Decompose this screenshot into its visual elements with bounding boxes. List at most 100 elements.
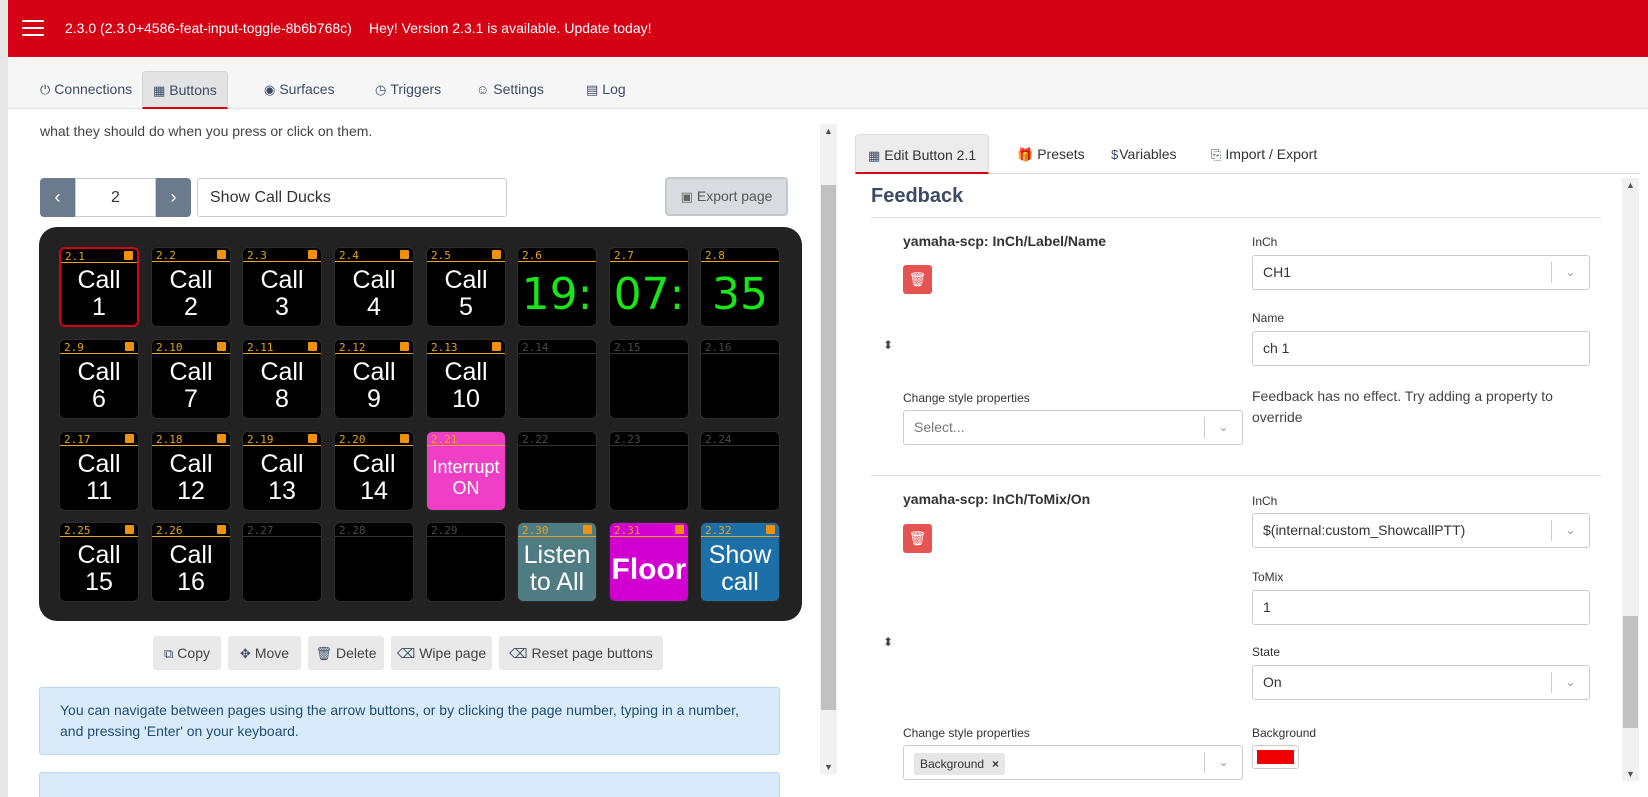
update-notice[interactable]: Hey! Version 2.3.1 is available. Update … xyxy=(369,20,652,36)
drag-handle-icon[interactable]: ⬍ xyxy=(883,338,893,352)
button-2-9[interactable]: 2.9 Call 6 xyxy=(59,339,139,419)
button-label: Call 10 xyxy=(444,358,488,413)
button-2-22[interactable]: 2.22 xyxy=(517,431,597,511)
button-2-16[interactable]: 2.16 xyxy=(700,339,780,419)
button-2-4[interactable]: 2.4 Call 4 xyxy=(334,247,414,327)
button-2-21[interactable]: 2.21 Interrupt ON xyxy=(426,431,506,511)
tab-presets[interactable]: 🎁 Presets xyxy=(1005,134,1097,174)
file-export-icon: ▣ xyxy=(680,189,693,204)
version-label: 2.3.0 (2.3.0+4586-feat-input-toggle-8b6b… xyxy=(65,20,352,36)
tomix-input[interactable]: 1 xyxy=(1252,590,1590,625)
wipe-page-button[interactable]: ⌫ Wipe page xyxy=(391,636,492,670)
button-2-32[interactable]: 2.32 Show call xyxy=(700,522,780,602)
file-import-icon: ⎘ xyxy=(1211,147,1222,162)
scroll-down-icon[interactable]: ▼ xyxy=(820,762,837,772)
change-style-label: Change style properties xyxy=(903,391,1030,405)
status-indicator-icon xyxy=(125,342,134,351)
button-2-31[interactable]: 2.31 Floor xyxy=(609,522,689,602)
info-alert-2 xyxy=(39,772,780,797)
button-2-18[interactable]: 2.18 Call 12 xyxy=(151,431,231,511)
copy-icon: ⧉ xyxy=(164,646,174,661)
button-label xyxy=(610,354,688,418)
tab-edit-button[interactable]: ▦ Edit Button 2.1 xyxy=(855,134,990,174)
feedback-1-delete-button[interactable]: 🗑 xyxy=(903,265,932,294)
button-grid: 2.1 Call 1 2.2 Call 2 2.3 Call 3 2.4 Call 4 2.5 C… xyxy=(39,227,802,621)
delete-button[interactable]: 🗑 Delete xyxy=(308,636,384,670)
style-properties-select[interactable]: Select... ⌄ xyxy=(903,410,1243,445)
button-label: 07: xyxy=(613,268,685,320)
tab-settings[interactable]: ☺ Settings xyxy=(466,71,554,109)
remove-tag-icon[interactable]: × xyxy=(992,757,999,771)
arrows-icon: ✥ xyxy=(239,646,251,661)
inch-select[interactable]: CH1 ⌄ xyxy=(1252,255,1590,290)
button-label: Call 2 xyxy=(169,266,213,321)
state-select[interactable]: On ⌄ xyxy=(1252,665,1590,700)
divider xyxy=(871,217,1601,218)
background-color-picker[interactable] xyxy=(1252,745,1299,769)
button-2-17[interactable]: 2.17 Call 11 xyxy=(59,431,139,511)
button-2-29[interactable]: 2.29 xyxy=(426,522,506,602)
tab-import-export[interactable]: ⎘ Import / Export xyxy=(1199,134,1329,174)
editor-tabs: ▦ Edit Button 2.1 🎁 Presets $Variables ⎘ Im… xyxy=(855,134,1640,174)
button-2-30[interactable]: 2.30 Listen to All xyxy=(517,522,597,602)
button-label: 35 xyxy=(712,268,768,320)
gamepad-icon: ◉ xyxy=(264,82,276,97)
button-2-8[interactable]: 2.8 35 xyxy=(700,247,780,327)
button-2-25[interactable]: 2.25 Call 15 xyxy=(59,522,139,602)
tab-log[interactable]: ▤ Log xyxy=(576,71,636,109)
button-2-1[interactable]: 2.1 Call 1 xyxy=(59,247,139,327)
button-2-19[interactable]: 2.19 Call 13 xyxy=(242,431,322,511)
page-number-input[interactable]: 2 xyxy=(75,178,156,217)
feedback-2-delete-button[interactable]: 🗑 xyxy=(903,524,932,553)
button-2-12[interactable]: 2.12 Call 9 xyxy=(334,339,414,419)
gift-icon: 🎁 xyxy=(1017,147,1034,162)
button-2-7[interactable]: 2.7 07: xyxy=(609,247,689,327)
intro-text: what they should do when you press or cl… xyxy=(40,123,373,139)
button-2-26[interactable]: 2.26 Call 16 xyxy=(151,522,231,602)
page-name-input[interactable]: Show Call Ducks xyxy=(197,178,507,217)
button-2-3[interactable]: 2.3 Call 3 xyxy=(242,247,322,327)
button-2-20[interactable]: 2.20 Call 14 xyxy=(334,431,414,511)
scroll-thumb[interactable] xyxy=(1623,616,1638,728)
eraser-icon: ⌫ xyxy=(509,646,528,661)
inch-select[interactable]: $(internal:custom_ShowcallPTT) ⌄ xyxy=(1252,513,1590,548)
scroll-up-icon[interactable]: ▲ xyxy=(1622,180,1639,190)
button-2-15[interactable]: 2.15 xyxy=(609,339,689,419)
reset-page-buttons-button[interactable]: ⌫ Reset page buttons xyxy=(499,636,663,670)
button-2-14[interactable]: 2.14 xyxy=(517,339,597,419)
scroll-thumb[interactable] xyxy=(821,185,836,710)
button-2-5[interactable]: 2.5 Call 5 xyxy=(426,247,506,327)
prev-page-button[interactable]: ‹ xyxy=(40,178,75,217)
button-2-11[interactable]: 2.11 Call 8 xyxy=(242,339,322,419)
button-label: Call 5 xyxy=(444,266,488,321)
button-2-27[interactable]: 2.27 xyxy=(242,522,322,602)
next-page-button[interactable]: › xyxy=(156,178,191,217)
tab-triggers[interactable]: ◷ Triggers xyxy=(365,71,451,109)
button-2-28[interactable]: 2.28 xyxy=(334,522,414,602)
tab-connections[interactable]: ⏻ Connections xyxy=(30,71,142,109)
status-indicator-icon xyxy=(308,342,317,351)
export-page-button[interactable]: ▣ Export page xyxy=(665,177,788,216)
button-2-13[interactable]: 2.13 Call 10 xyxy=(426,339,506,419)
tab-surfaces[interactable]: ◉ Surfaces xyxy=(254,71,345,109)
scroll-down-icon[interactable]: ▼ xyxy=(1622,769,1639,779)
name-input[interactable]: ch 1 xyxy=(1252,331,1590,366)
left-scrollbar[interactable]: ▲ ▼ xyxy=(820,124,837,774)
status-indicator-icon xyxy=(217,434,226,443)
tab-buttons[interactable]: ▦ Buttons xyxy=(142,71,228,109)
scroll-up-icon[interactable]: ▲ xyxy=(820,126,837,136)
chevron-down-icon: ⌄ xyxy=(1551,672,1589,693)
status-indicator-icon xyxy=(124,251,133,260)
tab-variables[interactable]: $Variables xyxy=(1099,134,1189,174)
button-2-23[interactable]: 2.23 xyxy=(609,431,689,511)
button-2-6[interactable]: 2.6 19: xyxy=(517,247,597,327)
move-button[interactable]: ✥ Move xyxy=(228,636,301,670)
right-scrollbar[interactable]: ▲ ▼ xyxy=(1622,178,1639,781)
button-2-10[interactable]: 2.10 Call 7 xyxy=(151,339,231,419)
copy-button[interactable]: ⧉ Copy xyxy=(153,636,221,670)
inch-label: InCh xyxy=(1252,494,1278,508)
button-2-2[interactable]: 2.2 Call 2 xyxy=(151,247,231,327)
drag-handle-icon[interactable]: ⬍ xyxy=(883,635,893,649)
button-2-24[interactable]: 2.24 xyxy=(700,431,780,511)
menu-toggle-icon[interactable] xyxy=(22,20,44,37)
